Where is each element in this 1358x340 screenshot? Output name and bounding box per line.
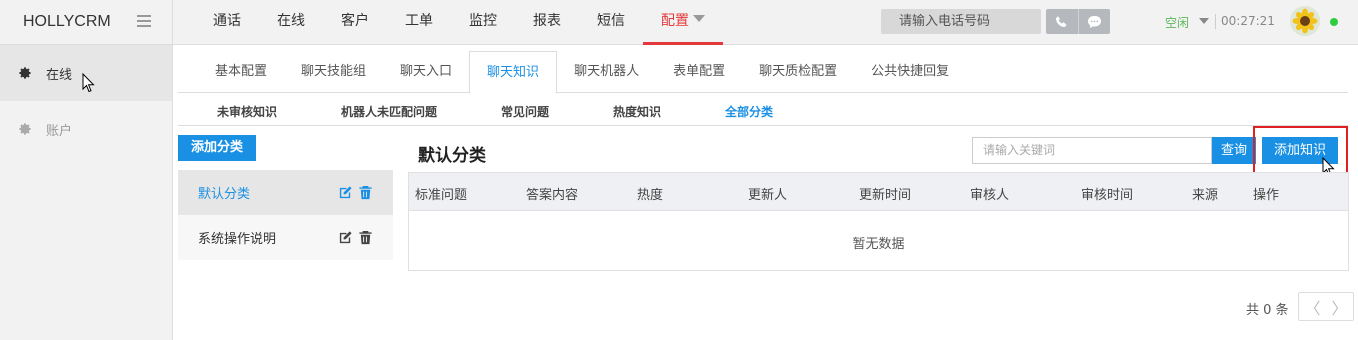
- sidebar-item-label: 账户: [46, 123, 73, 139]
- add-category-button[interactable]: 添加分类: [178, 135, 256, 161]
- chat-bubble-icon: [1087, 15, 1101, 28]
- nav-item-monitor[interactable]: 监控: [451, 0, 515, 45]
- category-item[interactable]: 默认分类: [178, 170, 393, 215]
- nav-label: 配置: [661, 13, 689, 29]
- brand-logo: HOLLYCRM: [0, 0, 172, 45]
- nav-label: 监控: [469, 13, 497, 29]
- prev-page-button[interactable]: 〈: [1299, 293, 1326, 320]
- nav-item-online[interactable]: 在线: [259, 0, 323, 45]
- nav-item-reports[interactable]: 报表: [515, 0, 579, 45]
- category-actions: [338, 185, 373, 200]
- nav-label: 报表: [533, 13, 561, 29]
- delete-icon[interactable]: [358, 185, 373, 200]
- tab-chat-entry[interactable]: 聊天入口: [383, 51, 469, 92]
- menu-toggle-icon[interactable]: [137, 15, 151, 27]
- subtab-faq[interactable]: 常见问题: [501, 103, 549, 120]
- tab-chat-robot[interactable]: 聊天机器人: [557, 51, 656, 92]
- column-header: 答案内容: [526, 188, 579, 203]
- agent-status: 空闲: [1165, 16, 1190, 30]
- table-header: 标准问题 答案内容 热度 更新人 更新时间 审核人 审核时间 来源 操作: [409, 173, 1348, 211]
- column-header: 标准问题: [415, 188, 468, 203]
- sidebar-item-online[interactable]: 在线: [0, 45, 172, 101]
- sidebar-item-label: 在线: [46, 67, 73, 83]
- nav-label: 工单: [405, 13, 433, 29]
- subtab-hot-knowledge[interactable]: 热度知识: [613, 103, 661, 120]
- phone-number-input[interactable]: 请输入电话号码: [881, 9, 1041, 34]
- tab-form-config[interactable]: 表单配置: [656, 51, 742, 92]
- nav-item-config[interactable]: 配置: [643, 0, 723, 45]
- nav-label: 在线: [277, 13, 305, 29]
- column-header: 来源: [1192, 188, 1219, 203]
- pagination-total: 共 0 条: [1246, 303, 1289, 318]
- column-header: 审核人: [970, 188, 1010, 203]
- tab-chat-skill-group[interactable]: 聊天技能组: [284, 51, 383, 92]
- column-header: 更新时间: [859, 188, 912, 203]
- status-timer: 00:27:21: [1221, 14, 1275, 28]
- subtab-robot-unmatched[interactable]: 机器人未匹配问题: [341, 103, 437, 120]
- nav-label: 客户: [341, 13, 369, 29]
- column-header: 热度: [637, 188, 664, 203]
- status-dropdown-icon[interactable]: [1199, 18, 1209, 24]
- empty-state: 暂无数据: [852, 237, 905, 252]
- online-status-dot: [1330, 18, 1338, 26]
- add-knowledge-button[interactable]: 添加知识: [1262, 137, 1338, 164]
- column-header: 操作: [1253, 188, 1280, 203]
- tab-basic-config[interactable]: 基本配置: [198, 51, 284, 92]
- tab-public-quick-reply[interactable]: 公共快捷回复: [854, 51, 966, 92]
- column-header: 审核时间: [1081, 188, 1134, 203]
- pagination: 〈 〉: [1298, 292, 1354, 321]
- gear-icon: [19, 67, 31, 79]
- phone-icon: [1056, 16, 1067, 28]
- keyword-search-input[interactable]: 请输入关键词: [972, 137, 1212, 164]
- divider: [1215, 14, 1216, 29]
- sidebar: HOLLYCRM 在线 账户: [0, 0, 173, 340]
- nav-item-tickets[interactable]: 工单: [387, 0, 451, 45]
- chat-button[interactable]: [1077, 9, 1111, 34]
- sub-tabs: 未审核知识 机器人未匹配问题 常见问题 热度知识 全部分类: [178, 94, 1348, 126]
- chevron-down-icon: [693, 15, 705, 22]
- category-list: 默认分类 系统操作说明: [178, 170, 393, 260]
- knowledge-table: 标准问题 答案内容 热度 更新人 更新时间 审核人 审核时间 来源 操作 暂无数…: [408, 172, 1349, 271]
- nav-item-customers[interactable]: 客户: [323, 0, 387, 45]
- edit-icon[interactable]: [338, 230, 353, 245]
- nav-label: 短信: [597, 13, 625, 29]
- next-page-button[interactable]: 〉: [1326, 293, 1353, 320]
- phone-button[interactable]: [1046, 9, 1078, 34]
- nav-item-sms[interactable]: 短信: [579, 0, 643, 45]
- main-tabs: 基本配置 聊天技能组 聊天入口 聊天知识 聊天机器人 表单配置 聊天质检配置 公…: [178, 51, 1348, 94]
- category-label: 默认分类: [198, 187, 251, 202]
- call-actions: [1046, 9, 1110, 34]
- tab-chat-knowledge[interactable]: 聊天知识: [469, 51, 558, 94]
- gear-icon: [19, 123, 31, 135]
- column-header: 更新人: [748, 188, 788, 203]
- category-actions: [338, 230, 373, 245]
- category-item[interactable]: 系统操作说明: [178, 215, 393, 260]
- avatar[interactable]: [1290, 6, 1320, 36]
- subtab-unreviewed[interactable]: 未审核知识: [217, 103, 277, 120]
- brand-name: HOLLYCRM: [23, 13, 111, 30]
- sunflower-avatar-icon: [1290, 6, 1320, 36]
- query-button[interactable]: 查询: [1212, 137, 1256, 164]
- top-nav: 通话 在线 客户 工单 监控 报表 短信 配置: [195, 0, 723, 45]
- category-label: 系统操作说明: [198, 232, 277, 247]
- delete-icon[interactable]: [358, 230, 373, 245]
- top-bar: 通话 在线 客户 工单 监控 报表 短信 配置 请输入电话号码 空闲 00:27…: [173, 0, 1358, 45]
- edit-icon[interactable]: [338, 185, 353, 200]
- page-title: 默认分类: [418, 146, 486, 166]
- nav-item-calls[interactable]: 通话: [195, 0, 259, 45]
- tab-chat-qa-config[interactable]: 聊天质检配置: [742, 51, 854, 92]
- subtab-all-categories[interactable]: 全部分类: [725, 103, 773, 120]
- nav-label: 通话: [213, 13, 241, 29]
- sidebar-item-account[interactable]: 账户: [0, 101, 172, 157]
